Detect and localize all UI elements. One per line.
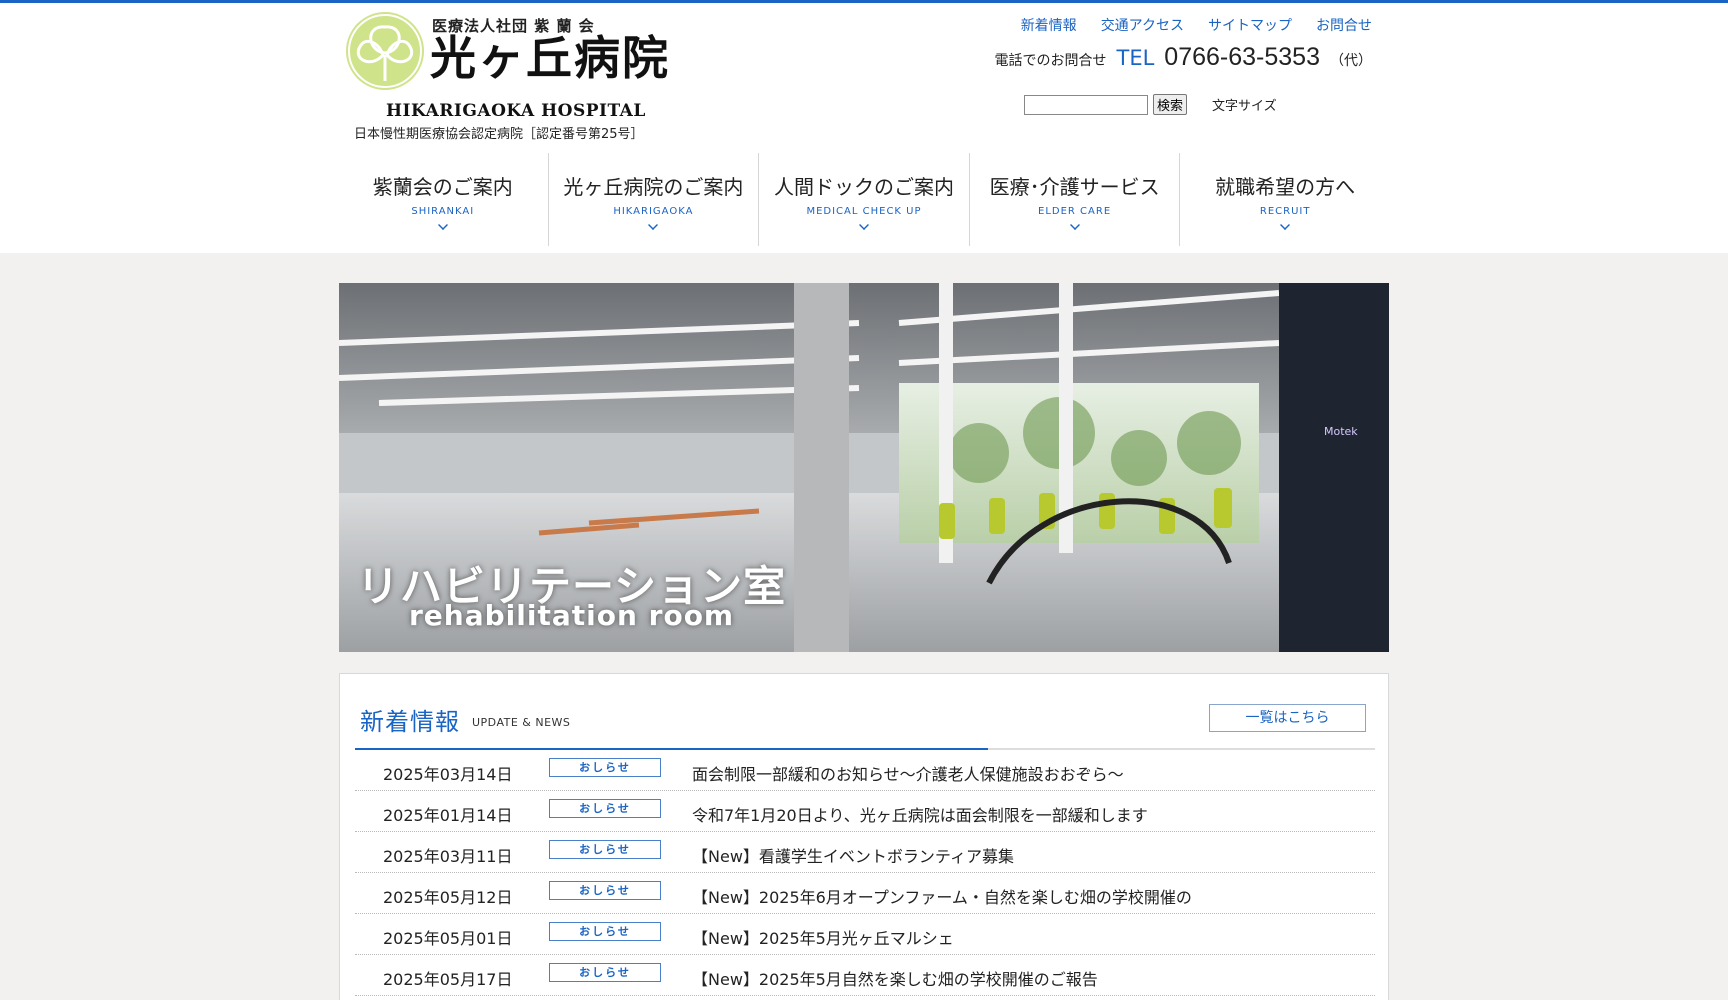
nav-label-jp: 紫蘭会のご案内 [372, 175, 513, 199]
chevron-down-icon [1280, 220, 1291, 230]
news-link[interactable]: 面会制限一部緩和のお知らせ～介護老人保健施設おおぞら～ [692, 761, 1124, 785]
news-category-badge: おしらせ [549, 922, 661, 941]
search-button[interactable]: 検索 [1153, 94, 1188, 115]
news-category-badge: おしらせ [549, 963, 661, 982]
link-sitemap[interactable]: サイトマップ [1208, 15, 1292, 35]
nav-label-en: SHIRANKAI [411, 206, 475, 217]
nav-label-jp: 就職希望の方へ [1215, 175, 1356, 199]
news-link[interactable]: 【New】2025年5月自然を楽しむ畑の学校開催のご報告 [692, 966, 1098, 990]
chevron-down-icon [648, 220, 659, 230]
news-category-badge: おしらせ [549, 840, 661, 859]
news-date: 2025年03月11日 [383, 847, 513, 866]
news-item[interactable]: 2025年05月01日 おしらせ 【New】2025年5月光ヶ丘マルシェ [355, 914, 1375, 955]
certification-text: 日本慢性期医療協会認定病院［認定番号第25号］ [354, 127, 644, 142]
nav-label-en: ELDER CARE [1038, 206, 1112, 217]
news-heading: 新着情報 [360, 708, 460, 736]
hero-banner[interactable]: Motek リハビリテーション室 rehabilitation room [339, 283, 1389, 652]
site-search: 検索 文字サイズ [1024, 94, 1277, 115]
news-date: 2025年01月14日 [383, 806, 513, 825]
phone-contact: 電話でのお問合せ TEL 0766-63-5353 （代） [995, 43, 1373, 72]
news-date: 2025年05月17日 [383, 970, 513, 989]
nav-item-shirankai[interactable]: 紫蘭会のご案内 SHIRANKAI [338, 153, 549, 246]
news-item[interactable]: 2025年01月14日 おしらせ 令和7年1月20日より、光ヶ丘病院は面会制限を… [355, 791, 1375, 832]
font-size-label: 文字サイズ [1212, 99, 1277, 114]
news-item[interactable]: 2025年03月14日 おしらせ 面会制限一部緩和のお知らせ～介護老人保健施設お… [355, 750, 1375, 791]
logo-english-name: HIKARIGAOKA HOSPITAL [386, 101, 646, 121]
nav-item-recruit[interactable]: 就職希望の方へ RECRUIT [1180, 153, 1390, 246]
news-link[interactable]: 令和7年1月20日より、光ヶ丘病院は面会制限を一部緩和します [692, 802, 1148, 826]
news-date: 2025年05月01日 [383, 929, 513, 948]
phone-number[interactable]: 0766-63-5353 [1164, 43, 1320, 72]
nav-item-eldercare[interactable]: 医療･介護サービス ELDER CARE [970, 153, 1181, 246]
news-list-button[interactable]: 一覧はこちら [1209, 704, 1366, 732]
chevron-down-icon [1069, 220, 1080, 230]
news-date: 2025年05月12日 [383, 888, 513, 907]
link-news[interactable]: 新着情報 [1021, 15, 1077, 35]
news-category-badge: おしらせ [549, 799, 661, 818]
news-category-badge: おしらせ [549, 881, 661, 900]
global-navigation: 紫蘭会のご案内 SHIRANKAI 光ヶ丘病院のご案内 HIKARIGAOKA … [338, 153, 1390, 246]
search-input[interactable] [1024, 94, 1148, 115]
tel-prefix: TEL [1116, 46, 1155, 70]
nav-item-checkup[interactable]: 人間ドックのご案内 MEDICAL CHECK UP [759, 153, 970, 246]
news-category-badge: おしらせ [549, 758, 661, 777]
nav-label-jp: 医療･介護サービス [989, 175, 1160, 199]
news-link[interactable]: 【New】看護学生イベントボランティア募集 [692, 843, 1014, 867]
nav-label-jp: 光ヶ丘病院のご案内 [563, 175, 744, 199]
chevron-down-icon [437, 220, 448, 230]
news-item[interactable]: 2025年03月11日 おしらせ 【New】看護学生イベントボランティア募集 [355, 832, 1375, 873]
news-item[interactable]: 2025年05月17日 おしらせ 【New】2025年5月自然を楽しむ畑の学校開… [355, 955, 1375, 996]
news-section: 新着情報 UPDATE & NEWS 一覧はこちら 2025年03月14日 おし… [339, 673, 1389, 1000]
nav-label-en: HIKARIGAOKA [613, 206, 694, 217]
phone-label: 電話でのお問合せ [994, 53, 1107, 69]
nav-label-jp: 人間ドックのご案内 [773, 175, 954, 199]
nav-label-en: RECRUIT [1259, 206, 1311, 217]
nav-item-hikarigaoka[interactable]: 光ヶ丘病院のご案内 HIKARIGAOKA [549, 153, 760, 246]
news-link[interactable]: 【New】2025年6月オープンファーム・自然を楽しむ畑の学校開催の [692, 884, 1192, 908]
link-contact[interactable]: お問合せ [1316, 15, 1372, 35]
hero-title-en: rehabilitation room [409, 599, 735, 632]
site-header: 医療法人社団 紫 蘭 会 光ヶ丘病院 HIKARIGAOKA HOSPITAL … [0, 3, 1728, 253]
news-date: 2025年03月14日 [383, 765, 513, 784]
nav-label-en: MEDICAL CHECK UP [806, 206, 922, 217]
logo-hospital-name[interactable]: 光ヶ丘病院 [430, 31, 670, 86]
utility-links: 新着情報 交通アクセス サイトマップ お問合せ [1021, 15, 1372, 35]
news-item[interactable]: 2025年05月12日 おしらせ 【New】2025年6月オープンファーム・自然… [355, 873, 1375, 914]
clover-logo-icon[interactable] [345, 11, 425, 91]
motek-sign: Motek [1324, 425, 1358, 438]
link-access[interactable]: 交通アクセス [1101, 15, 1184, 35]
news-link[interactable]: 【New】2025年5月光ヶ丘マルシェ [692, 925, 954, 949]
news-subheading: UPDATE & NEWS [472, 716, 571, 729]
news-list: 2025年03月14日 おしらせ 面会制限一部緩和のお知らせ～介護老人保健施設お… [355, 750, 1375, 996]
chevron-down-icon [859, 220, 869, 230]
phone-suffix: （代） [1330, 53, 1372, 69]
